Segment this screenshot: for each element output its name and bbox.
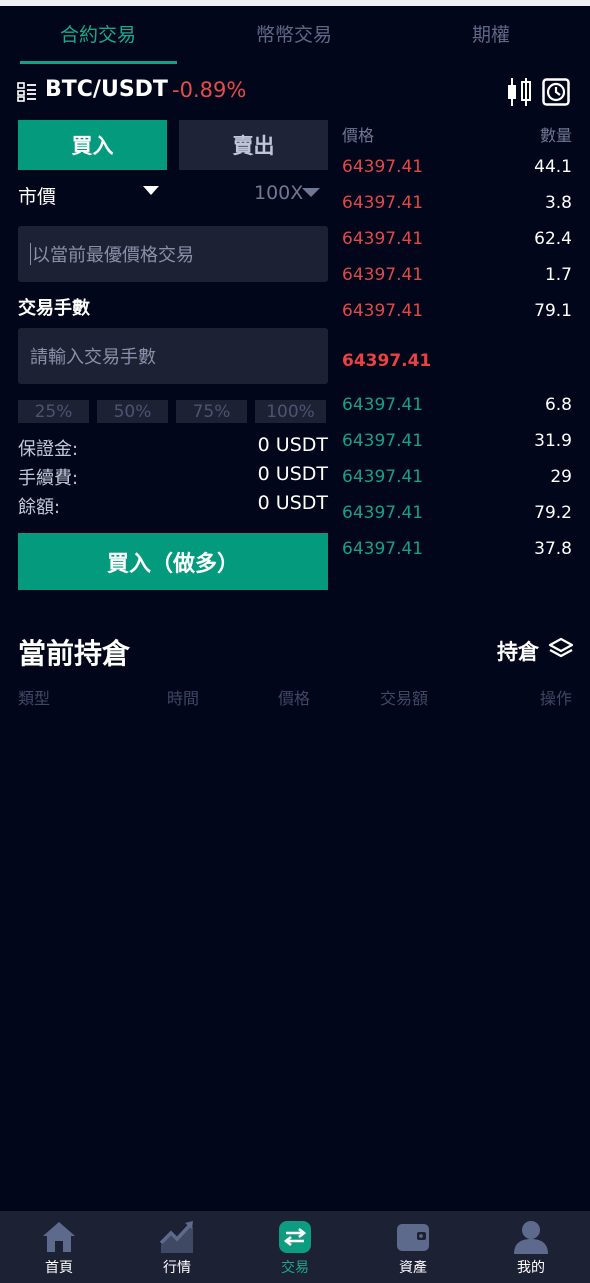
ask-qty: 1.7	[544, 265, 572, 285]
positions-link[interactable]: 持倉	[497, 636, 539, 666]
nav-label-home: 首頁	[45, 1260, 73, 1276]
positions-title: 當前持倉	[18, 637, 131, 670]
ask-qty: 44.1	[534, 157, 572, 177]
percent-25-button[interactable]: 25%	[18, 400, 89, 423]
lots-label: 交易手數	[18, 298, 90, 319]
bid-price[interactable]: 64397.41	[342, 503, 423, 523]
tab-contract-trade[interactable]: 合約交易	[18, 20, 178, 47]
margin-label: 保證金:	[18, 439, 79, 460]
bid-qty: 31.9	[534, 431, 572, 451]
bottom-nav: 首頁 行情 交易 資產 我的	[0, 1211, 590, 1283]
bid-qty: 79.2	[534, 503, 572, 523]
nav-item-home[interactable]: 首頁	[0, 1211, 118, 1283]
tab-spot-trade[interactable]: 幣幣交易	[214, 20, 374, 47]
ask-price[interactable]: 64397.41	[342, 265, 423, 285]
top-tabs: 合約交易 幣幣交易 期權	[0, 6, 590, 64]
column-action: 操作	[539, 689, 572, 708]
menu-grid-icon[interactable]	[17, 82, 37, 102]
ask-price[interactable]: 64397.41	[342, 157, 423, 177]
ask-price[interactable]: 64397.41	[342, 301, 423, 321]
tab-options[interactable]: 期權	[411, 20, 571, 47]
sell-tab-button[interactable]: 賣出	[179, 120, 328, 170]
caret-down-icon[interactable]	[143, 186, 159, 195]
bid-qty: 6.8	[544, 395, 572, 415]
ask-qty: 62.4	[534, 229, 572, 249]
ask-price[interactable]: 64397.41	[342, 193, 423, 213]
nav-item-trade[interactable]: 交易	[236, 1211, 354, 1283]
layers-icon[interactable]	[548, 636, 574, 662]
price-change: -0.89%	[172, 78, 247, 102]
column-amount: 交易額	[380, 689, 429, 708]
column-type: 類型	[18, 689, 51, 708]
market-chart-icon	[159, 1221, 193, 1253]
nav-label-trade: 交易	[281, 1260, 309, 1276]
bid-price[interactable]: 64397.41	[342, 539, 423, 559]
pair-bar: BTC/USDT -0.89%	[0, 74, 590, 110]
order-type-select[interactable]: 市價	[18, 182, 56, 209]
user-icon	[514, 1221, 548, 1254]
price-input[interactable]: 以當前最優價格交易	[18, 226, 328, 282]
nav-label-assets: 資產	[399, 1260, 427, 1276]
pair-symbol[interactable]: BTC/USDT	[45, 77, 168, 102]
bid-price[interactable]: 64397.41	[342, 431, 423, 451]
column-time: 時間	[167, 689, 200, 708]
history-clock-icon[interactable]	[542, 78, 570, 106]
kline-chart-icon[interactable]	[506, 76, 532, 108]
fee-label: 手續費:	[18, 468, 79, 489]
orderbook-price-header: 價格	[342, 126, 375, 145]
caret-down-icon[interactable]	[302, 188, 320, 197]
exchange-icon	[279, 1221, 311, 1253]
active-tab-indicator	[20, 61, 177, 64]
buy-tab-button[interactable]: 買入	[18, 120, 167, 170]
bid-qty: 37.8	[534, 539, 572, 559]
nav-item-profile[interactable]: 我的	[472, 1211, 590, 1283]
home-icon	[43, 1222, 75, 1252]
percent-100-button[interactable]: 100%	[255, 400, 326, 423]
lots-input-placeholder: 請輸入交易手數	[30, 347, 156, 368]
leverage-select[interactable]: 100X	[254, 182, 303, 204]
nav-item-market[interactable]: 行情	[118, 1211, 236, 1283]
column-price: 價格	[278, 689, 311, 708]
ask-qty: 3.8	[544, 193, 572, 213]
percent-50-button[interactable]: 50%	[97, 400, 168, 423]
last-price: 64397.41	[342, 351, 432, 371]
orderbook-qty-header: 數量	[539, 126, 572, 145]
nav-label-profile: 我的	[517, 1260, 545, 1276]
text-cursor	[30, 243, 31, 265]
ask-qty: 79.1	[534, 301, 572, 321]
bid-price[interactable]: 64397.41	[342, 395, 423, 415]
margin-value: 0 USDT	[257, 434, 328, 456]
nav-item-assets[interactable]: 資產	[354, 1211, 472, 1283]
nav-label-market: 行情	[163, 1260, 191, 1276]
fee-value: 0 USDT	[257, 463, 328, 485]
wallet-icon	[397, 1224, 429, 1251]
balance-label: 餘額:	[18, 497, 61, 518]
ask-price[interactable]: 64397.41	[342, 229, 423, 249]
bid-price[interactable]: 64397.41	[342, 467, 423, 487]
balance-value: 0 USDT	[257, 492, 328, 514]
buy-long-button[interactable]: 買入（做多）	[18, 533, 328, 590]
price-input-placeholder: 以當前最優價格交易	[32, 245, 194, 266]
lots-input[interactable]: 請輸入交易手數	[18, 328, 328, 384]
percent-75-button[interactable]: 75%	[176, 400, 247, 423]
bid-qty: 29	[550, 467, 572, 487]
